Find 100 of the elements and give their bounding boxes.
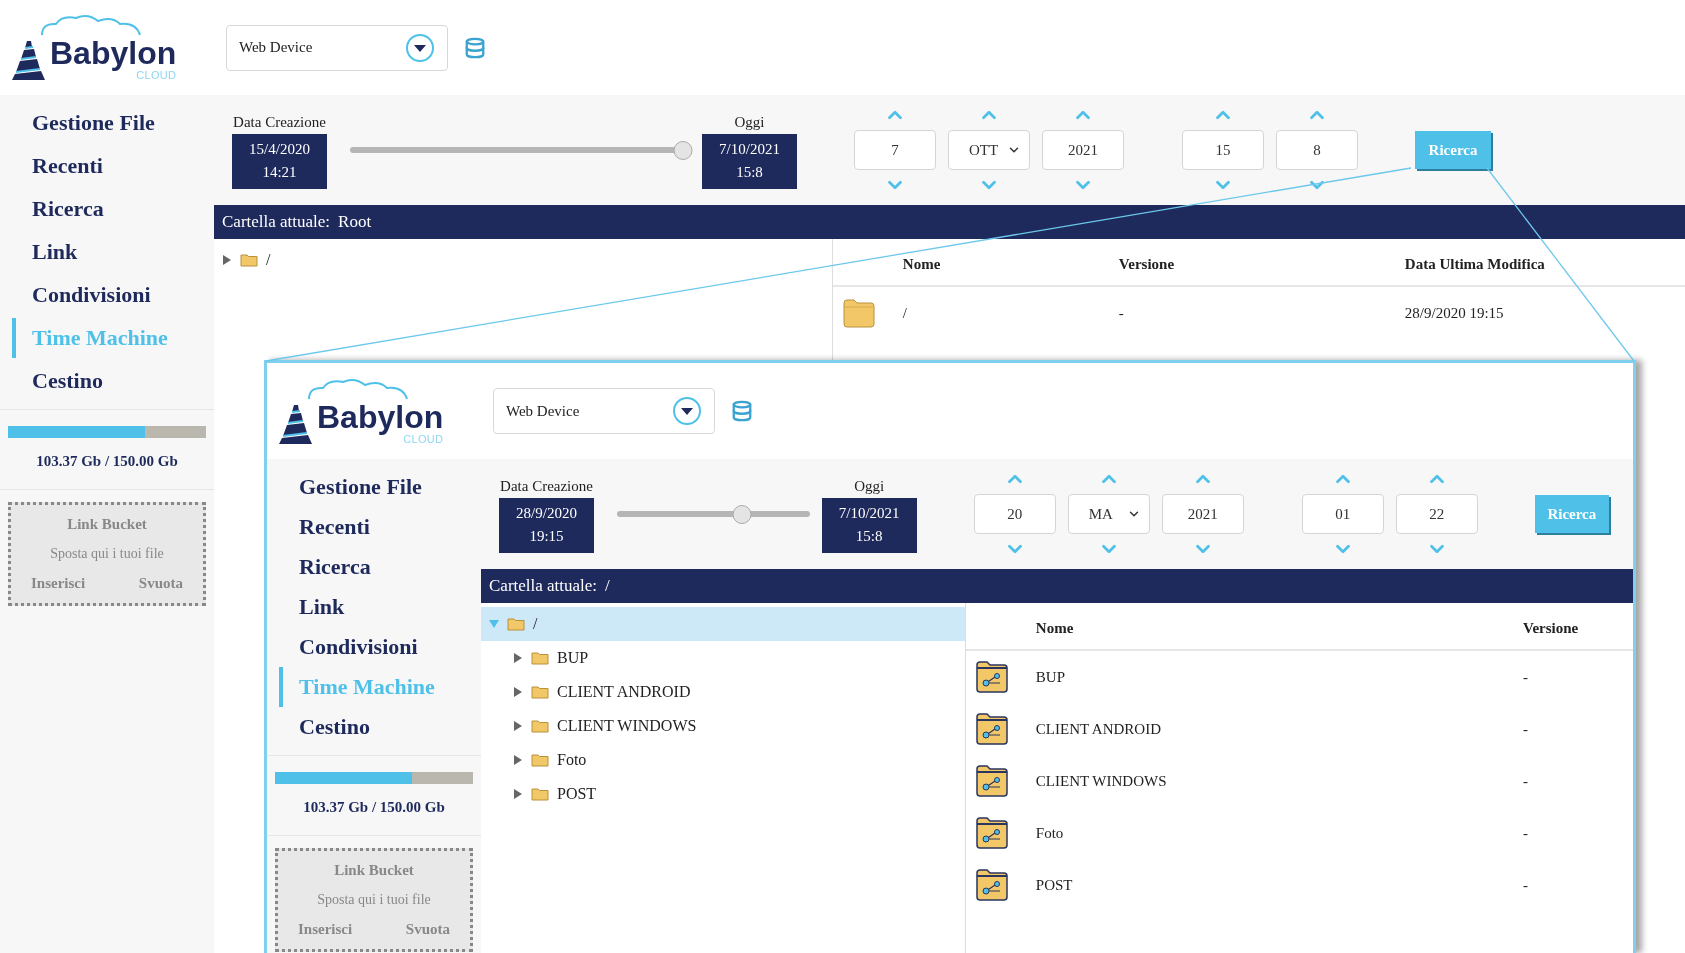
device-select[interactable]: Web Device — [226, 24, 448, 71]
month-select[interactable]: OTT — [948, 130, 1030, 170]
end-date: 7/10/2021 — [838, 504, 900, 524]
link-bucket-title: Link Bucket — [67, 514, 147, 534]
folder-icon — [531, 787, 549, 801]
tree-row[interactable]: / — [214, 243, 832, 277]
tree-label: POST — [557, 784, 597, 804]
start-date: 15/4/2020 — [249, 140, 310, 160]
timeline-slider[interactable] — [350, 140, 690, 160]
end-time: 15:8 — [736, 163, 763, 183]
table-cell-text: / — [902, 303, 908, 323]
column-header[interactable]: Nome — [902, 252, 1119, 276]
slider-thumb[interactable] — [673, 140, 693, 160]
start-label: Data Creazione — [233, 113, 326, 133]
tree-label: / — [266, 250, 271, 270]
collapsed-triangle-icon[interactable] — [513, 755, 523, 765]
column-header[interactable]: Versione — [1118, 252, 1405, 276]
device-select-value: Web Device — [506, 401, 580, 421]
table-cell-text: - — [1118, 303, 1125, 323]
shared-folder-icon — [975, 817, 1008, 849]
tree-row[interactable]: Foto — [481, 743, 965, 777]
folder-icon — [240, 253, 258, 267]
table-cell-text: Foto — [1035, 823, 1065, 843]
table-row[interactable]: POST - — [965, 859, 1633, 911]
current-folder-label: Cartella attuale: — [222, 211, 331, 234]
column-header[interactable]: Nome — [1035, 616, 1523, 640]
tree-row[interactable]: POST — [481, 777, 965, 811]
collapsed-triangle-icon[interactable] — [222, 255, 232, 265]
month-select[interactable]: MA — [1067, 494, 1150, 534]
nav-item[interactable]: Link — [12, 232, 214, 272]
cloud-outline-icon — [40, 14, 142, 36]
table-cell-text: POST — [1035, 875, 1074, 895]
dropdown-caret-icon — [672, 396, 702, 426]
start-label: Data Creazione — [500, 477, 593, 497]
tree-row[interactable]: CLIENT ANDROID — [481, 675, 965, 709]
number-field[interactable]: 7 — [854, 130, 936, 170]
nav-item[interactable]: Ricerca — [12, 189, 214, 229]
folder-icon — [507, 617, 525, 631]
nav-item[interactable]: Recenti — [279, 507, 481, 547]
folder-icon — [531, 685, 549, 699]
table-row[interactable]: BUP - — [965, 651, 1633, 703]
number-field[interactable]: 20 — [973, 494, 1056, 534]
dropdown-caret-icon — [405, 32, 435, 63]
number-field[interactable]: 01 — [1301, 494, 1384, 534]
collapsed-triangle-icon[interactable] — [513, 789, 523, 799]
nav-item[interactable]: Cestino — [279, 707, 481, 747]
expanded-triangle-icon[interactable] — [489, 619, 499, 629]
table-cell-text: - — [1523, 823, 1529, 843]
collapsed-triangle-icon[interactable] — [513, 653, 523, 663]
folder-icon — [531, 753, 549, 767]
tree-row[interactable]: / — [481, 607, 965, 641]
column-header[interactable]: Data Ultima Modifica — [1404, 252, 1685, 276]
table-cell-text: CLIENT ANDROID — [1035, 719, 1162, 739]
end-label: Oggi — [854, 477, 885, 497]
table-cell-text: BUP — [1035, 667, 1066, 687]
tree-label: / — [533, 614, 538, 634]
nav-item[interactable]: Link — [279, 587, 481, 627]
table-cell-text: 28/9/2020 19:15 — [1404, 303, 1505, 323]
current-folder-value: Root — [338, 211, 372, 234]
current-folder-value: / — [605, 575, 610, 598]
nav-item[interactable]: Recenti — [12, 146, 214, 186]
table-row[interactable]: CLIENT WINDOWS - — [965, 755, 1633, 807]
number-field[interactable]: 22 — [1395, 494, 1478, 534]
logo-name: Babylon — [50, 36, 177, 70]
table-row[interactable]: / - 28/9/2020 19:15 — [832, 287, 1685, 339]
database-icon[interactable] — [464, 36, 486, 59]
collapsed-triangle-icon[interactable] — [513, 687, 523, 697]
table-row[interactable]: Foto - — [965, 807, 1633, 859]
tree-row[interactable]: CLIENT WINDOWS — [481, 709, 965, 743]
folder-icon — [531, 651, 549, 665]
slider-thumb[interactable] — [732, 504, 752, 524]
tree-label: BUP — [557, 648, 589, 668]
nav-item[interactable]: Condivisioni — [279, 627, 481, 667]
collapsed-triangle-icon[interactable] — [513, 721, 523, 731]
database-icon[interactable] — [731, 400, 753, 422]
number-field[interactable]: 2021 — [1042, 130, 1124, 170]
number-field[interactable]: 2021 — [1161, 494, 1244, 534]
device-select[interactable]: Web Device — [493, 388, 715, 434]
cloud-outline-icon — [307, 377, 409, 400]
device-select-value: Web Device — [239, 38, 313, 58]
logo-tower-icon — [279, 402, 313, 445]
column-header[interactable]: Versione — [1523, 616, 1633, 640]
tree-label: CLIENT WINDOWS — [557, 716, 697, 736]
tree-row[interactable]: BUP — [481, 641, 965, 675]
table-row[interactable]: CLIENT ANDROID - — [965, 703, 1633, 755]
logo-tagline: CLOUD — [136, 70, 177, 81]
number-field[interactable]: 15 — [1182, 130, 1264, 170]
nav-item[interactable]: Ricerca — [279, 547, 481, 587]
nav-item[interactable]: Gestione File — [279, 467, 481, 507]
shared-folder-icon — [975, 713, 1008, 745]
number-field[interactable]: 8 — [1276, 130, 1358, 170]
end-label: Oggi — [734, 113, 765, 133]
timeline-slider[interactable] — [617, 504, 810, 524]
nav-item[interactable]: Gestione File — [12, 103, 214, 143]
nav-item[interactable]: Cestino — [12, 361, 214, 401]
logo-tower-icon — [12, 39, 46, 81]
logo-name: Babylon — [317, 399, 444, 434]
nav-item[interactable]: Condivisioni — [12, 275, 214, 315]
folder-icon — [842, 298, 875, 328]
shared-folder-icon — [975, 765, 1008, 797]
